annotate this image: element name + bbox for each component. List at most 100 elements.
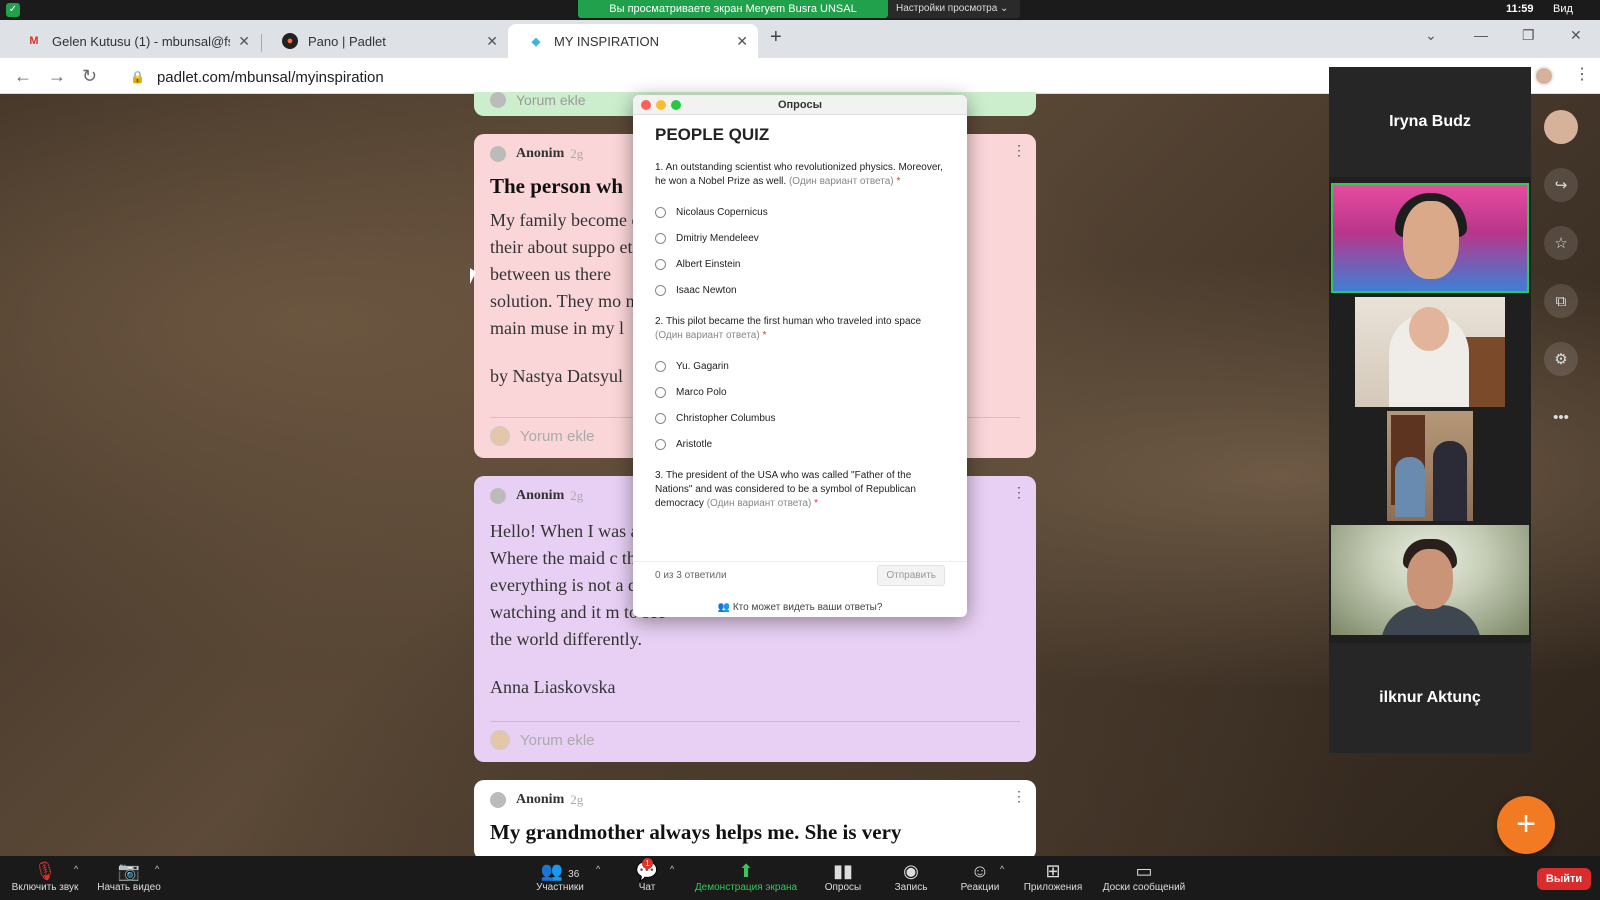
participant-name: ilknur Aktunç [1379,689,1481,706]
gear-icon[interactable]: ⚙ [1544,342,1578,376]
record-icon: ◉ [903,861,919,881]
participants-button[interactable]: 👥 36 Участники [528,860,592,893]
zoom-toolbar: 🎙 Включить звук ^ 📷 Начать видео ^ 👥 36 … [0,856,1600,900]
close-window-icon[interactable] [641,100,651,110]
answer-option[interactable]: Christopher Columbus [655,405,945,431]
author-name: Anonim [516,488,565,503]
more-options-icon[interactable]: ⋮ [1012,788,1026,805]
more-options-icon[interactable]: ⋮ [1012,484,1026,501]
minimize-icon[interactable] [656,100,666,110]
participant-video[interactable] [1331,525,1529,635]
quiz-content: PEOPLE QUIZ 1. An outstanding scientist … [633,115,967,511]
view-settings-menu[interactable]: Настройки просмотра ⌄ [888,0,1020,18]
share-screen-button[interactable]: ⬆ Демонстрация экрана [688,860,804,893]
answer-option[interactable]: Albert Einstein [655,251,945,277]
tab-my-inspiration[interactable]: ◆ MY INSPIRATION ✕ [508,24,758,58]
tab-search-icon[interactable]: ⌄ [1425,27,1437,44]
chevron-up-icon[interactable]: ^ [1000,864,1004,874]
participant-video[interactable] [1331,183,1529,293]
quiz-footer: 0 из 3 ответили Отправить [633,561,967,589]
close-icon[interactable]: ✕ [238,33,250,50]
profile-avatar[interactable] [1534,66,1554,86]
clock: 11:59 [1506,3,1534,15]
answer-option[interactable]: Nicolaus Copernicus [655,199,945,225]
radio-button[interactable] [655,232,666,244]
share-icon[interactable]: ↪ [1544,168,1578,202]
record-button[interactable]: ◉ Запись [886,860,936,893]
post-line: the world differently. [490,629,642,649]
muted-mic-icon: 🎙 [33,861,57,881]
back-icon[interactable]: ← [14,66,32,87]
view-menu[interactable]: Вид [1553,3,1573,15]
unmute-button[interactable]: 🎙 Включить звук [8,860,82,893]
participant-name: Iryna Budz [1389,113,1471,130]
comment-placeholder[interactable]: Yorum ekle [516,92,586,108]
forward-icon[interactable]: → [48,66,66,87]
close-icon[interactable]: ✕ [736,33,748,50]
radio-button[interactable] [655,206,666,218]
post-time: 2g [570,488,584,503]
close-window-icon[interactable]: ✕ [1570,27,1582,44]
url-field[interactable]: 🔒 padlet.com/mbunsal/myinspiration [120,64,1300,90]
participant-tile[interactable]: ilknur Aktunç [1329,643,1531,753]
leave-button[interactable]: Выйти [1537,868,1591,890]
answer-option[interactable]: Isaac Newton [655,277,945,303]
answer-option[interactable]: Marco Polo [655,379,945,405]
who-sees-answers-link[interactable]: 👥 Кто может видеть ваши ответы? [633,602,967,613]
url-text: padlet.com/mbunsal/myinspiration [156,68,384,86]
chevron-up-icon[interactable]: ^ [155,864,159,874]
answer-option[interactable]: Dmitriy Mendeleev [655,225,945,251]
polls-dialog: Опросы PEOPLE QUIZ 1. An outstanding sci… [633,95,967,617]
chevron-up-icon[interactable]: ^ [670,864,674,874]
close-icon[interactable]: ✕ [486,33,498,50]
shield-icon: ✓ [6,3,20,17]
radio-button[interactable] [655,284,666,296]
reactions-button[interactable]: ☺ Реакции [954,860,1006,893]
browser-menu-icon[interactable]: ⋮ [1574,64,1590,84]
avatar [490,92,506,108]
remake-icon[interactable]: ⧉ [1544,284,1578,318]
post-card[interactable]: Anonim 2g ⋮ My grandmother always helps … [474,780,1036,860]
tab-title: Gelen Kutusu (1) - mbunsal@fsm [52,33,231,49]
chat-button[interactable]: 💬 1 Чат [626,858,668,893]
whiteboards-button[interactable]: ▭ Доски сообщений [1096,860,1192,893]
radio-button[interactable] [655,258,666,270]
answer-option[interactable]: Yu. Gagarin [655,353,945,379]
new-tab-icon[interactable]: + [770,26,782,49]
zoom-top-bar: ✓ Вы просматриваете экран Meryem Busra U… [0,0,1600,20]
polls-button[interactable]: ▮▮ Опросы [818,860,868,893]
restore-icon[interactable]: ❐ [1522,27,1535,44]
tab-padlet-board[interactable]: ● Pano | Padlet ✕ [262,24,508,58]
more-icon[interactable]: ••• [1544,400,1578,434]
add-post-button[interactable]: + [1497,796,1555,854]
post-author: Anonim 2g [490,792,1020,808]
padlet-side-toolbar: ↪ ☆ ⧉ ⚙ ••• [1538,110,1584,458]
minimize-icon[interactable]: — [1474,27,1488,43]
radio-button[interactable] [655,438,666,450]
star-icon[interactable]: ☆ [1544,226,1578,260]
reload-icon[interactable]: ↻ [82,66,97,87]
user-avatar-icon[interactable] [1544,110,1578,144]
avatar [490,426,510,446]
tab-gmail[interactable]: M Gelen Kutusu (1) - mbunsal@fsm ✕ [6,24,260,58]
chevron-up-icon[interactable]: ^ [74,864,78,874]
participant-video[interactable] [1387,411,1473,521]
participant-video[interactable] [1355,297,1505,407]
apps-button[interactable]: ⊞ Приложения [1018,860,1088,893]
maximize-icon[interactable] [671,100,681,110]
screen-share-banner: Вы просматриваете экран Meryem Busra UNS… [578,0,888,18]
padlet-diamond-icon: ◆ [531,35,541,48]
participant-tile[interactable]: Iryna Budz [1329,67,1531,177]
question-text: 2. This pilot became the first human who… [655,316,922,341]
chevron-up-icon[interactable]: ^ [596,864,600,874]
radio-button[interactable] [655,412,666,424]
radio-button[interactable] [655,386,666,398]
avatar [490,792,506,808]
answer-option[interactable]: Aristotle [655,431,945,457]
submit-button[interactable]: Отправить [877,565,945,586]
add-comment[interactable]: Yorum ekle [490,721,1020,750]
question-3: 3. The president of the USA who was call… [655,469,945,511]
question-1: 1. An outstanding scientist who revoluti… [655,161,945,303]
radio-button[interactable] [655,360,666,372]
more-options-icon[interactable]: ⋮ [1012,142,1026,159]
